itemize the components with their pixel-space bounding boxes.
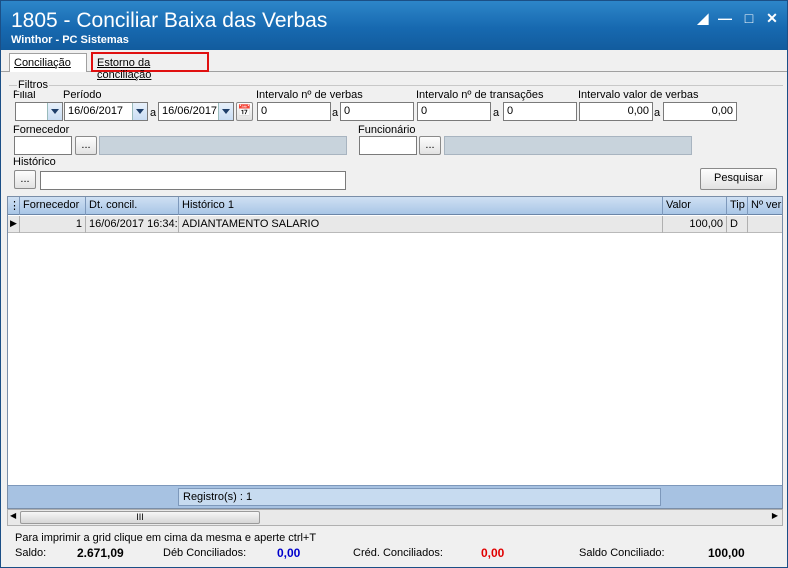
scroll-left-icon[interactable]: ◀ (10, 511, 16, 520)
deb-label: Déb Conciliados: (163, 547, 247, 559)
grid-options-icon[interactable]: ⋮ (8, 197, 20, 215)
scroll-right-icon[interactable]: ▶ (772, 511, 778, 520)
fornecedor-code-input[interactable] (14, 136, 72, 155)
saldo-value: 2.671,09 (77, 546, 124, 560)
table-row[interactable]: ▶ 1 16/06/2017 16:34: ADIANTAMENTO SALAR… (8, 216, 782, 233)
minimize-icon[interactable]: — (716, 9, 734, 27)
fornecedor-name-field (99, 136, 347, 155)
valor-label: Intervalo valor de verbas (578, 89, 699, 101)
tab-strip: Conciliação Estorno da conciliação (1, 50, 787, 81)
filters-panel: Filtros Filial Período 16/06/2017 a 16/0… (7, 73, 783, 193)
col-fornecedor[interactable]: Fornecedor (20, 197, 86, 215)
col-nver[interactable]: Nº ver (748, 197, 782, 215)
cell-tip: D (727, 216, 748, 233)
calendar-icon[interactable]: 📅 (236, 102, 253, 121)
window-title: 1805 - Conciliar Baixa das Verbas (11, 9, 328, 32)
transacoes-to-input[interactable]: 0 (503, 102, 577, 121)
valor-to-input[interactable]: 0,00 (663, 102, 737, 121)
close-icon[interactable]: ✕ (763, 9, 781, 27)
saldo-label: Saldo: (15, 547, 47, 559)
col-tip[interactable]: Tip (727, 197, 748, 215)
status-area: Para imprimir a grid clique em cima da m… (7, 529, 783, 565)
cell-fornecedor: 1 (20, 216, 86, 233)
cred-label: Créd. Conciliados: (353, 547, 443, 559)
tab-estorno-conciliacao[interactable]: Estorno da conciliação (91, 52, 209, 81)
funcionario-search-button[interactable]: ... (419, 136, 441, 155)
historico-label: Histórico (13, 156, 56, 168)
main-window: 1805 - Conciliar Baixa das Verbas Wintho… (0, 0, 788, 568)
maximize-icon[interactable]: □ (740, 9, 758, 27)
historico-search-button[interactable]: ... (14, 170, 36, 189)
deb-value: 0,00 (277, 546, 301, 560)
results-grid[interactable]: ⋮ Fornecedor Dt. concil. Histórico 1 Val… (7, 196, 783, 509)
fornecedor-label: Fornecedor (13, 124, 70, 136)
print-hint: Para imprimir a grid clique em cima da m… (15, 532, 317, 544)
saldo-conciliado-label: Saldo Conciliado: (579, 547, 665, 559)
horizontal-scrollbar[interactable]: ◀ III ▶ (7, 509, 783, 526)
periodo-a-label: a (150, 107, 157, 119)
cred-value: 0,00 (481, 546, 505, 560)
transacoes-a-label: a (493, 107, 500, 119)
title-bar[interactable]: 1805 - Conciliar Baixa das Verbas Wintho… (1, 1, 787, 50)
row-selector-icon: ▶ (8, 216, 20, 233)
verbas-label: Intervalo nº de verbas (256, 89, 363, 101)
filial-dropdown-icon[interactable] (47, 103, 62, 120)
fornecedor-search-button[interactable]: ... (75, 136, 97, 155)
funcionario-name-field (444, 136, 692, 155)
cell-historico: ADIANTAMENTO SALARIO (179, 216, 663, 233)
cell-dt-concil: 16/06/2017 16:34: (86, 216, 179, 233)
funcionario-code-input[interactable] (359, 136, 417, 155)
transacoes-from-input[interactable]: 0 (417, 102, 491, 121)
transacoes-label: Intervalo nº de transações (416, 89, 544, 101)
restore-icon[interactable]: ◢ (694, 9, 712, 27)
col-dt-concil[interactable]: Dt. concil. (86, 197, 179, 215)
funcionario-label: Funcionário (358, 124, 416, 136)
window-subtitle: Winthor - PC Sistemas (11, 34, 129, 46)
periodo-start-dropdown-icon[interactable] (132, 103, 147, 120)
periodo-end-dropdown-icon[interactable] (218, 103, 233, 120)
verbas-from-input[interactable]: 0 (257, 102, 331, 121)
record-count: Registro(s) : 1 (178, 488, 661, 506)
col-valor[interactable]: Valor (663, 197, 727, 215)
historico-input[interactable] (40, 171, 346, 190)
grid-header: ⋮ Fornecedor Dt. concil. Histórico 1 Val… (8, 197, 782, 215)
saldo-conciliado-value: 100,00 (708, 546, 745, 560)
col-historico[interactable]: Histórico 1 (179, 197, 663, 215)
grid-footer: Registro(s) : 1 (8, 485, 782, 508)
pesquisar-button[interactable]: Pesquisar (700, 168, 777, 190)
filters-divider (9, 85, 783, 86)
scroll-thumb[interactable]: III (20, 511, 260, 524)
filters-group-label: Filtros (17, 79, 49, 91)
cell-nver (748, 216, 782, 233)
verbas-a-label: a (332, 107, 339, 119)
valor-from-input[interactable]: 0,00 (579, 102, 653, 121)
verbas-to-input[interactable]: 0 (340, 102, 414, 121)
tab-conciliacao[interactable]: Conciliação (9, 53, 87, 72)
valor-a-label: a (654, 107, 661, 119)
periodo-label: Período (63, 89, 102, 101)
cell-valor: 100,00 (663, 216, 727, 233)
